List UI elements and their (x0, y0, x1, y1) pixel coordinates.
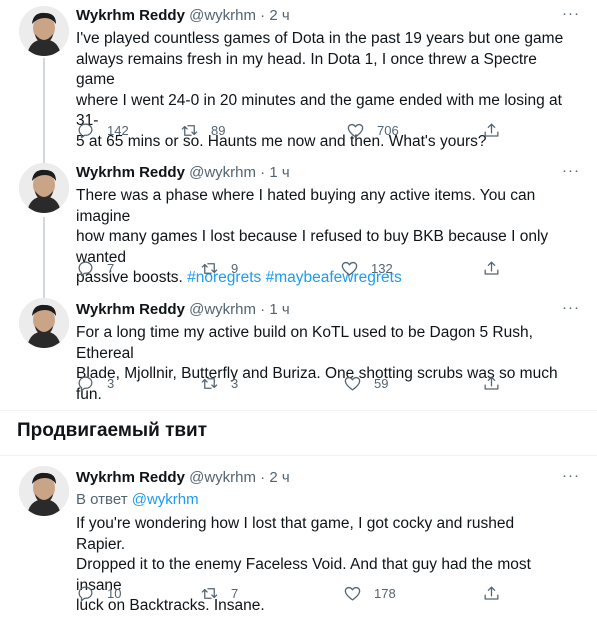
avatar[interactable] (19, 163, 69, 213)
tweet-header: Wykrhm Reddy @wykrhm · 1 ч (76, 163, 290, 183)
share-button[interactable] (482, 583, 501, 603)
reply-button[interactable]: 142 (76, 120, 129, 140)
promoted-tweet[interactable]: Wykrhm Reddy @wykrhm · 2 ч ··· В ответ @… (0, 456, 597, 618)
share-icon (484, 123, 499, 137)
avatar-image (19, 6, 69, 56)
reply-icon (78, 376, 93, 391)
like-button[interactable]: 132 (340, 258, 393, 278)
author-handle[interactable]: @wykrhm (189, 469, 256, 486)
like-count: 59 (374, 375, 389, 391)
tweet-1[interactable]: Wykrhm Reddy @wykrhm · 2 ч ··· I've play… (0, 0, 597, 158)
like-count: 178 (374, 585, 396, 601)
like-icon (341, 261, 358, 275)
reply-count: 10 (107, 585, 122, 601)
reply-count: 3 (107, 375, 115, 391)
reply-icon (78, 123, 93, 138)
thread-line (43, 217, 45, 295)
more-icon[interactable]: ··· (561, 300, 581, 322)
tweet-header: Wykrhm Reddy @wykrhm · 2 ч (76, 6, 290, 26)
retweet-button[interactable]: 7 (200, 583, 238, 603)
retweet-count: 89 (211, 122, 226, 138)
retweet-count: 9 (231, 260, 239, 276)
retweet-button[interactable]: 3 (200, 373, 238, 393)
thread-line (43, 58, 45, 158)
author-name[interactable]: Wykrhm Reddy (76, 7, 185, 24)
tweet-actions: 7 9 132 (76, 258, 506, 278)
retweet-button[interactable]: 89 (180, 120, 225, 140)
reply-icon (78, 261, 93, 276)
thread-line (43, 290, 45, 298)
share-button[interactable] (482, 373, 501, 393)
retweet-icon (181, 124, 198, 136)
like-button[interactable]: 706 (346, 120, 399, 140)
retweet-button[interactable]: 9 (200, 258, 238, 278)
more-icon[interactable]: ··· (561, 163, 581, 185)
author-name[interactable]: Wykrhm Reddy (76, 469, 185, 486)
reply-button[interactable]: 10 (76, 583, 121, 603)
like-button[interactable]: 59 (343, 373, 388, 393)
retweet-count: 3 (231, 375, 239, 391)
tweet-header: Wykrhm Reddy @wykrhm · 2 ч (76, 468, 290, 488)
author-name[interactable]: Wykrhm Reddy (76, 164, 185, 181)
timestamp[interactable]: 2 ч (269, 469, 289, 486)
reply-count: 142 (107, 122, 129, 138)
avatar-image (19, 466, 69, 516)
promoted-section-title: Продвигаемый твит (17, 420, 208, 441)
retweet-icon (201, 262, 218, 274)
retweet-icon (201, 377, 218, 389)
tweet-actions: 3 3 59 (76, 373, 506, 393)
reply-mention-link[interactable]: @wykrhm (132, 491, 199, 508)
reply-count: 7 (107, 260, 115, 276)
author-handle[interactable]: @wykrhm (189, 164, 256, 181)
author-name[interactable]: Wykrhm Reddy (76, 301, 185, 318)
timestamp[interactable]: 1 ч (269, 164, 289, 181)
author-handle[interactable]: @wykrhm (189, 301, 256, 318)
timestamp[interactable]: 1 ч (269, 301, 289, 318)
author-handle[interactable]: @wykrhm (189, 7, 256, 24)
share-icon (484, 586, 499, 600)
like-icon (347, 123, 364, 137)
retweet-count: 7 (231, 585, 239, 601)
more-icon[interactable]: ··· (561, 468, 581, 490)
timestamp[interactable]: 2 ч (269, 7, 289, 24)
like-count: 706 (377, 122, 399, 138)
avatar[interactable] (19, 466, 69, 516)
share-button[interactable] (482, 258, 501, 278)
tweet-3[interactable]: Wykrhm Reddy @wykrhm · 1 ч ··· For a lon… (0, 290, 597, 408)
reply-button[interactable]: 3 (76, 373, 114, 393)
avatar-image (19, 298, 69, 348)
separator-dot: · (260, 164, 266, 181)
avatar-image (19, 163, 69, 213)
tweet-actions: 10 7 178 (76, 583, 506, 603)
more-icon[interactable]: ··· (561, 6, 581, 28)
reply-button[interactable]: 7 (76, 258, 114, 278)
reply-to-label: В ответ (76, 491, 132, 508)
share-icon (484, 376, 499, 390)
tweet-header: Wykrhm Reddy @wykrhm · 1 ч (76, 300, 290, 320)
avatar[interactable] (19, 298, 69, 348)
separator-dot: · (260, 301, 266, 318)
tweet-2[interactable]: Wykrhm Reddy @wykrhm · 1 ч ··· There was… (0, 155, 597, 295)
share-icon (484, 261, 499, 275)
tweet-actions: 142 89 706 (76, 120, 506, 140)
reply-to-line: В ответ @wykrhm (76, 490, 199, 510)
like-icon (344, 376, 361, 390)
separator-dot: · (260, 469, 266, 486)
thread-line (43, 155, 45, 163)
reply-icon (78, 586, 93, 601)
share-button[interactable] (482, 120, 501, 140)
like-icon (344, 586, 361, 600)
avatar[interactable] (19, 6, 69, 56)
separator-dot: · (260, 7, 266, 24)
like-count: 132 (371, 260, 393, 276)
like-button[interactable]: 178 (343, 583, 396, 603)
retweet-icon (201, 587, 218, 599)
section-divider (0, 410, 597, 411)
